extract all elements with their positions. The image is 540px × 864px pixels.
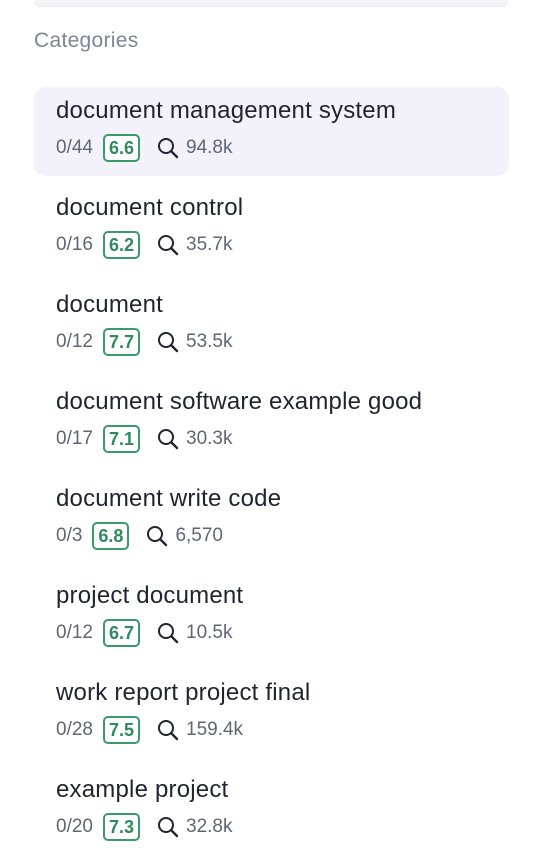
category-meta: 0/3 6.8 6,570 bbox=[56, 522, 223, 550]
previous-panel-edge bbox=[34, 0, 508, 6]
progress-count: 0/44 bbox=[56, 137, 93, 158]
search-icon bbox=[156, 330, 180, 354]
category-item[interactable]: document management system 0/44 6.6 94.8… bbox=[34, 87, 509, 176]
volume-value: 10.5k bbox=[186, 622, 233, 643]
section-title: Categories bbox=[34, 29, 139, 52]
volume-value: 6,570 bbox=[175, 525, 223, 546]
score-badge: 7.7 bbox=[102, 328, 141, 356]
score-badge: 7.5 bbox=[102, 716, 141, 744]
search-volume: 10.5k bbox=[156, 621, 233, 645]
progress-count: 0/16 bbox=[56, 234, 93, 255]
progress-count: 0/12 bbox=[56, 331, 93, 352]
score-badge: 6.6 bbox=[102, 134, 141, 162]
volume-value: 30.3k bbox=[186, 428, 233, 449]
volume-value: 32.8k bbox=[186, 816, 233, 837]
category-item[interactable]: work report project final 0/28 7.5 159.4… bbox=[34, 669, 509, 758]
score-badge: 6.7 bbox=[102, 619, 141, 647]
category-title: example project bbox=[56, 776, 229, 803]
progress-count: 0/3 bbox=[56, 525, 83, 546]
category-title: document software example good bbox=[56, 388, 423, 415]
category-meta: 0/28 7.5 159.4k bbox=[56, 716, 243, 744]
progress-count: 0/20 bbox=[56, 816, 93, 837]
search-icon bbox=[156, 621, 180, 645]
category-list: document management system 0/44 6.6 94.8… bbox=[34, 87, 509, 863]
search-icon bbox=[156, 718, 180, 742]
volume-value: 94.8k bbox=[186, 137, 233, 158]
search-icon bbox=[156, 233, 180, 257]
search-icon bbox=[156, 427, 180, 451]
category-item[interactable]: document 0/12 7.7 53.5k bbox=[34, 281, 509, 370]
category-title: document bbox=[56, 291, 163, 318]
volume-value: 35.7k bbox=[186, 234, 233, 255]
search-icon bbox=[145, 524, 169, 548]
score-badge: 7.3 bbox=[102, 813, 141, 841]
search-volume: 30.3k bbox=[156, 427, 233, 451]
search-volume: 94.8k bbox=[156, 136, 233, 160]
volume-value: 159.4k bbox=[186, 719, 244, 740]
score-badge: 6.2 bbox=[102, 231, 141, 259]
search-icon bbox=[156, 815, 180, 839]
score-badge: 7.1 bbox=[102, 425, 141, 453]
search-volume: 32.8k bbox=[156, 815, 233, 839]
search-volume: 6,570 bbox=[145, 524, 223, 548]
search-volume: 159.4k bbox=[156, 718, 243, 742]
category-item[interactable]: document control 0/16 6.2 35.7k bbox=[34, 184, 509, 273]
search-icon bbox=[156, 136, 180, 160]
category-meta: 0/12 6.7 10.5k bbox=[56, 619, 233, 647]
category-meta: 0/17 7.1 30.3k bbox=[56, 425, 233, 453]
category-item[interactable]: document write code 0/3 6.8 6,570 bbox=[34, 475, 509, 564]
progress-count: 0/17 bbox=[56, 428, 93, 449]
search-volume: 35.7k bbox=[156, 233, 233, 257]
category-meta: 0/12 7.7 53.5k bbox=[56, 328, 233, 356]
volume-value: 53.5k bbox=[186, 331, 233, 352]
category-title: document write code bbox=[56, 485, 282, 512]
category-title: work report project final bbox=[56, 679, 311, 706]
progress-count: 0/28 bbox=[56, 719, 93, 740]
category-meta: 0/44 6.6 94.8k bbox=[56, 134, 233, 162]
category-meta: 0/20 7.3 32.8k bbox=[56, 813, 233, 841]
category-title: project document bbox=[56, 582, 244, 609]
category-title: document management system bbox=[56, 97, 397, 124]
score-badge: 6.8 bbox=[92, 522, 130, 550]
category-title: document control bbox=[56, 194, 244, 221]
search-volume: 53.5k bbox=[156, 330, 233, 354]
category-item[interactable]: project document 0/12 6.7 10.5k bbox=[34, 572, 509, 661]
category-meta: 0/16 6.2 35.7k bbox=[56, 231, 233, 259]
progress-count: 0/12 bbox=[56, 622, 93, 643]
category-item[interactable]: document software example good 0/17 7.1 … bbox=[34, 378, 509, 467]
category-item[interactable]: example project 0/20 7.3 32.8k bbox=[34, 766, 509, 855]
